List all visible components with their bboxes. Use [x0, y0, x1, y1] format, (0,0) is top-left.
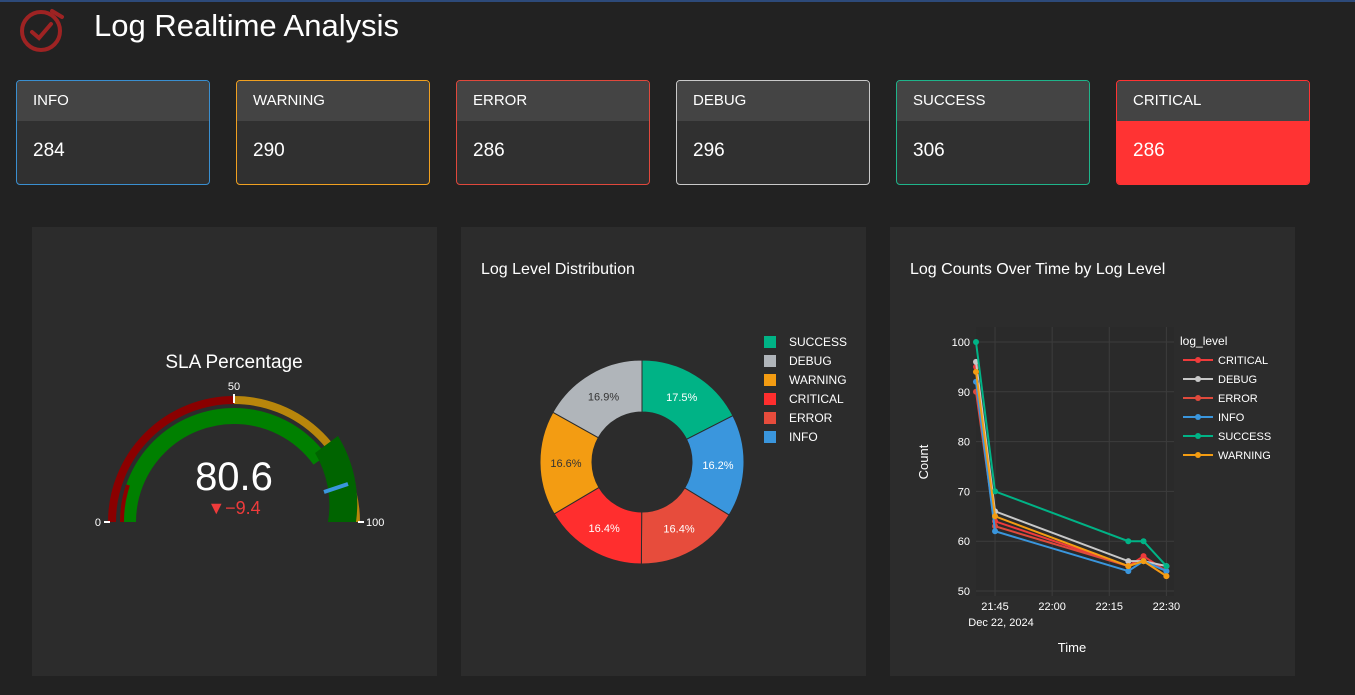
- gauge-tick-0: 0: [95, 517, 101, 529]
- legend-marker[interactable]: [1195, 376, 1201, 382]
- x-tick-label: 22:30: [1153, 601, 1181, 613]
- data-point[interactable]: [1163, 563, 1170, 570]
- legend-swatch[interactable]: [764, 336, 776, 348]
- y-tick-label: 90: [958, 387, 970, 399]
- legend-swatch[interactable]: [764, 431, 776, 443]
- data-point[interactable]: [992, 513, 999, 520]
- legend-label[interactable]: ERROR: [1218, 393, 1258, 405]
- card-value: 296: [693, 140, 725, 161]
- card-value: 286: [473, 140, 505, 161]
- gauge-title: SLA Percentage: [165, 352, 302, 373]
- legend-label[interactable]: DEBUG: [789, 354, 832, 368]
- legend-label[interactable]: INFO: [1218, 412, 1245, 424]
- card-label: SUCCESS: [897, 81, 1089, 121]
- x-axis-label: Time: [1058, 640, 1086, 655]
- card-value: 306: [913, 140, 945, 161]
- card-info: INFO 284: [16, 80, 210, 185]
- donut-slice-label: 16.6%: [550, 458, 581, 470]
- x-tick-label: 22:00: [1038, 601, 1066, 613]
- line-chart: 50 60 70 80 90 100 21:45 22:00 22:15 22:30 Dec 22,…: [916, 327, 1271, 655]
- x-tick-sublabel: Dec 22, 2024: [968, 617, 1033, 629]
- top-accent-line: [0, 0, 1355, 2]
- legend-swatch[interactable]: [764, 374, 776, 386]
- clock-check-icon: [20, 9, 64, 52]
- legend-title: log_level: [1180, 334, 1227, 348]
- card-error: ERROR 286: [456, 80, 650, 185]
- card-critical: CRITICAL 286: [1116, 80, 1310, 185]
- legend-swatch[interactable]: [764, 355, 776, 367]
- card-debug: DEBUG 296: [676, 80, 870, 185]
- app-title: Log Realtime Analysis: [94, 8, 399, 43]
- donut-slice-label: 16.9%: [588, 391, 619, 403]
- card-warning: WARNING 290: [236, 80, 430, 185]
- donut-chart: 17.5% 16.2% 16.4% 16.4% 16.6% 16.9% SUCCESS DEB…: [539, 335, 847, 565]
- data-point[interactable]: [1125, 538, 1132, 545]
- legend-swatch[interactable]: [764, 393, 776, 405]
- gauge-tick-100: 100: [366, 517, 384, 529]
- gauge-value: 80.6: [195, 455, 273, 499]
- data-point[interactable]: [973, 368, 979, 375]
- legend-label[interactable]: WARNING: [1218, 450, 1271, 462]
- legend-marker[interactable]: [1195, 452, 1201, 458]
- card-value: 290: [253, 140, 285, 161]
- legend-label[interactable]: ERROR: [789, 411, 833, 425]
- card-value: 284: [33, 140, 65, 161]
- log-counts-over-time-panel: Log Counts Over Time by Log Level 50 60 70…: [890, 227, 1295, 676]
- donut-chart-title: Log Level Distribution: [481, 261, 635, 278]
- legend-marker[interactable]: [1195, 357, 1201, 363]
- data-point[interactable]: [1125, 563, 1132, 570]
- legend-marker[interactable]: [1195, 433, 1201, 439]
- legend-marker[interactable]: [1195, 395, 1201, 401]
- x-tick-label: 22:15: [1096, 601, 1124, 613]
- y-tick-label: 70: [958, 486, 970, 498]
- legend-marker[interactable]: [1195, 414, 1201, 420]
- data-point[interactable]: [1140, 558, 1147, 565]
- donut-slice-label: 16.4%: [663, 523, 694, 535]
- y-tick-label: 60: [958, 536, 970, 548]
- legend-label[interactable]: DEBUG: [1218, 374, 1257, 386]
- legend-label[interactable]: SUCCESS: [1218, 431, 1271, 443]
- y-axis-label: Count: [916, 444, 931, 479]
- legend-label[interactable]: INFO: [789, 430, 818, 444]
- y-tick-label: 50: [958, 586, 970, 598]
- log-level-distribution-panel: Log Level Distribution 17.5% 16.2% 16.4% 16…: [461, 227, 866, 676]
- donut-slice-label: 16.2%: [702, 460, 733, 472]
- line-chart-title: Log Counts Over Time by Log Level: [910, 261, 1166, 278]
- sla-gauge: SLA Percentage 50 0 100 80.6 ▼−9.4: [95, 352, 384, 529]
- y-tick-label: 100: [952, 337, 970, 349]
- legend-label[interactable]: WARNING: [789, 373, 847, 387]
- card-label: DEBUG: [677, 81, 869, 121]
- data-point[interactable]: [1163, 573, 1170, 580]
- gauge-tick-50: 50: [228, 381, 240, 393]
- card-value: 286: [1117, 121, 1309, 184]
- card-label: INFO: [17, 81, 209, 121]
- sla-gauge-panel: SLA Percentage 50 0 100 80.6 ▼−9.4: [32, 227, 437, 676]
- legend-label[interactable]: SUCCESS: [789, 335, 847, 349]
- card-label: WARNING: [237, 81, 429, 121]
- donut-slice-label: 17.5%: [666, 392, 697, 404]
- card-label: CRITICAL: [1117, 81, 1309, 121]
- x-tick-label: 21:45: [981, 601, 1009, 613]
- donut-slice-label: 16.4%: [589, 523, 620, 535]
- data-point[interactable]: [973, 338, 979, 345]
- legend-swatch[interactable]: [764, 412, 776, 424]
- data-point[interactable]: [992, 528, 999, 535]
- data-point[interactable]: [1140, 538, 1147, 545]
- gauge-delta: ▼−9.4: [207, 498, 260, 518]
- y-tick-label: 80: [958, 437, 970, 449]
- legend-label[interactable]: CRITICAL: [789, 392, 844, 406]
- card-label: ERROR: [457, 81, 649, 121]
- card-success: SUCCESS 306: [896, 80, 1090, 185]
- legend-label[interactable]: CRITICAL: [1218, 355, 1268, 367]
